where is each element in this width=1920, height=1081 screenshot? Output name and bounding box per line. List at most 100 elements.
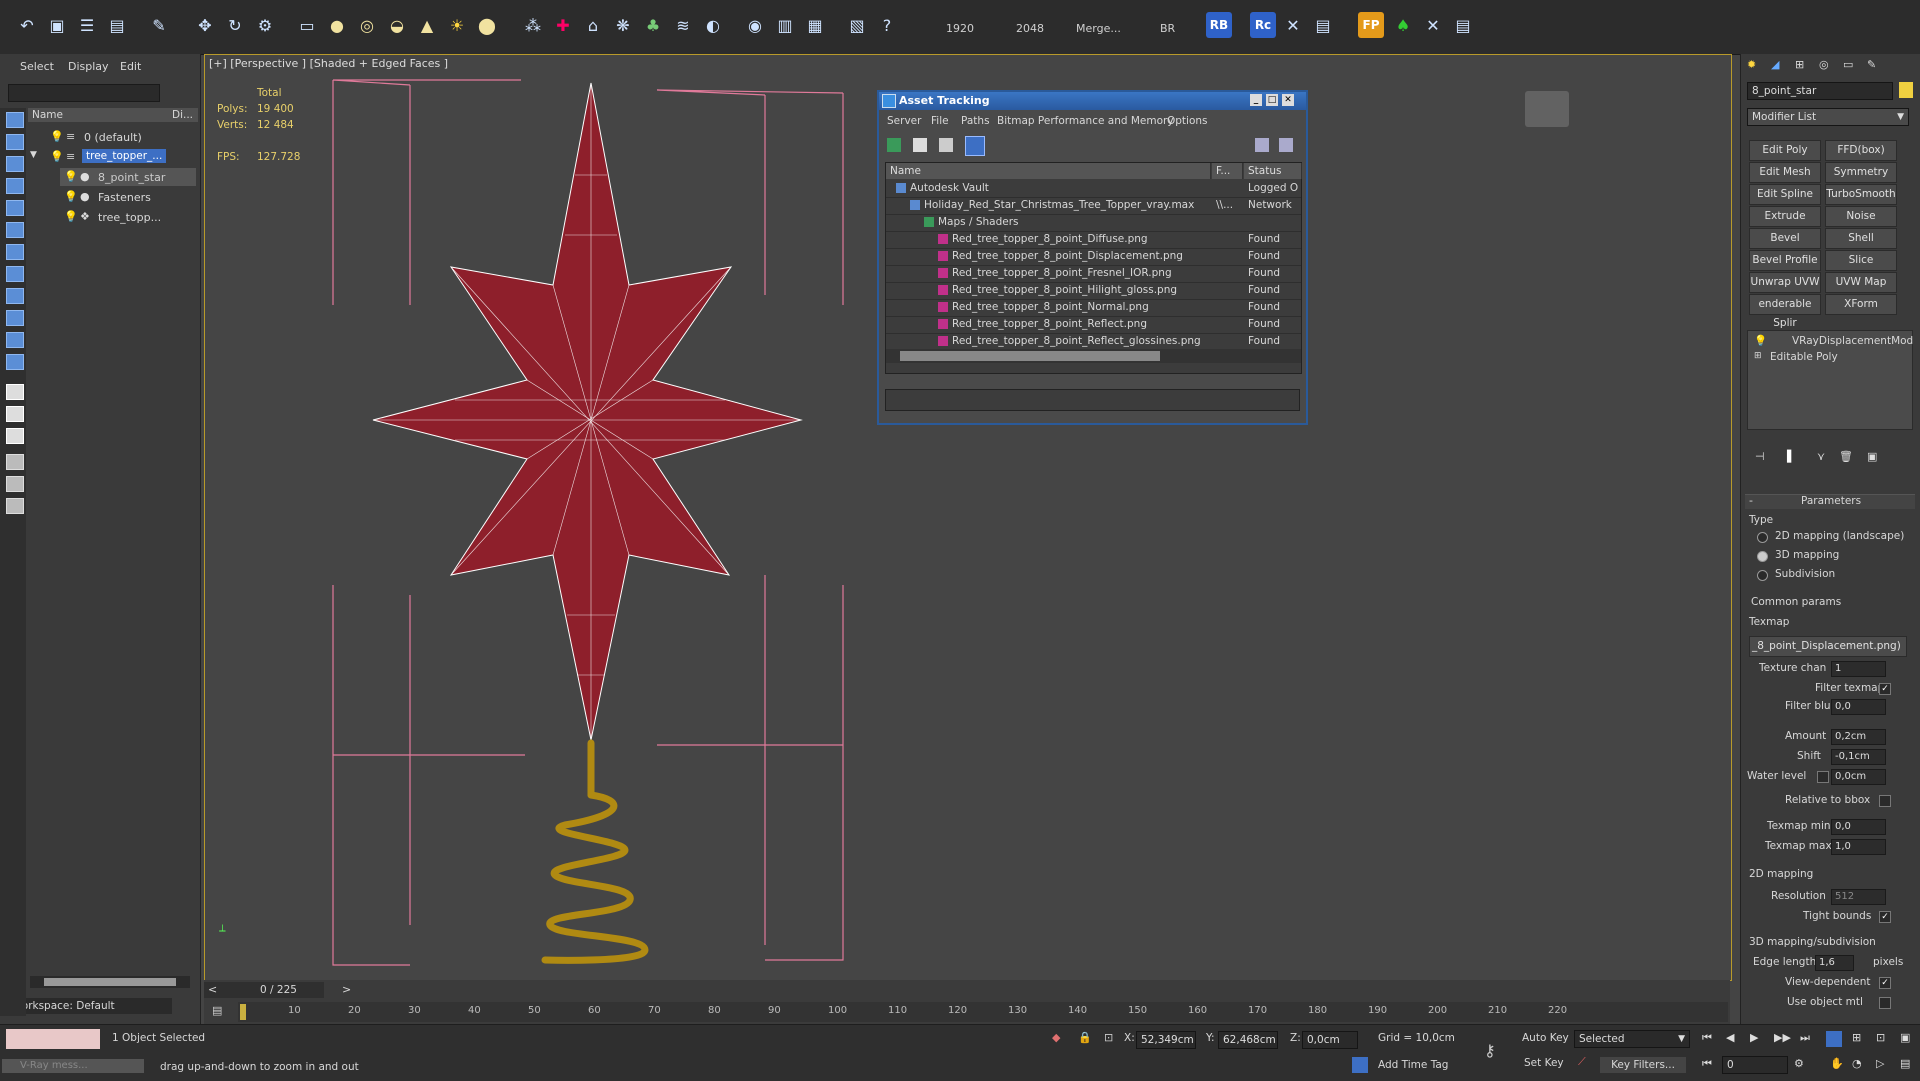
table-icon[interactable]: ▤ — [1450, 12, 1476, 38]
minimize-icon[interactable]: _ — [1250, 94, 1262, 106]
vray-message-bar[interactable]: V-Ray mess... — [2, 1059, 144, 1073]
table-row[interactable]: Autodesk Vault Logged O — [886, 180, 1301, 198]
show-end-result-icon[interactable]: ▌ — [1787, 450, 1795, 463]
modifier-button[interactable]: Symmetry — [1825, 162, 1897, 183]
modifier-button[interactable]: Edit Poly — [1749, 140, 1821, 161]
scene-scrollbar[interactable] — [30, 976, 190, 988]
modifier-list-dropdown[interactable]: Modifier List ▼ — [1747, 108, 1909, 126]
modifier-button[interactable]: enderable Splir — [1749, 294, 1821, 329]
proxy-icon[interactable]: ◐ — [700, 12, 726, 38]
batch-render-icon[interactable]: ▧ — [844, 12, 870, 38]
expand-icon[interactable]: ▼ — [30, 150, 37, 160]
lightbulb-icon[interactable]: 💡 — [50, 130, 64, 143]
object-name-field[interactable]: 8_point_star — [1747, 82, 1893, 100]
cross-tools-icon[interactable]: ✕ — [1420, 12, 1446, 38]
goto-start-icon[interactable]: ⏮ — [1702, 1031, 1712, 1045]
frame-buffer-icon[interactable]: ▥ — [772, 12, 798, 38]
list-item[interactable]: ▼ 💡 ≡ tree_topper_... — [28, 148, 196, 166]
tool-icon[interactable] — [6, 476, 24, 492]
lightbulb-icon[interactable]: 💡 — [50, 150, 64, 163]
lightbulb-icon[interactable]: 💡 — [64, 170, 78, 183]
tool-icon[interactable] — [6, 498, 24, 514]
tool-icon[interactable] — [6, 200, 24, 216]
col-f[interactable]: F... — [1212, 163, 1243, 179]
tool-icon[interactable] — [6, 178, 24, 194]
time-tag-icon[interactable] — [1352, 1057, 1368, 1073]
add-time-tag[interactable]: Add Time Tag — [1378, 1059, 1448, 1071]
lock-icon[interactable]: 🔒 — [1078, 1031, 1092, 1044]
workspace-select[interactable]: Workspace: Default — [8, 998, 172, 1014]
interactive-render-icon[interactable]: ▦ — [802, 12, 828, 38]
remove-modifier-icon[interactable]: 🗑 — [1839, 450, 1853, 463]
rb-button[interactable]: RB — [1206, 12, 1232, 38]
modifier-button[interactable]: Edit Mesh — [1749, 162, 1821, 183]
current-frame-field[interactable]: 0 — [1722, 1056, 1788, 1074]
help-icon[interactable] — [1255, 138, 1269, 152]
select-icon[interactable]: ✎ — [146, 12, 172, 38]
modifier-button[interactable]: Slice — [1825, 250, 1897, 271]
menu-paths[interactable]: Paths — [961, 115, 990, 127]
key-filters-button[interactable]: Key Filters... — [1600, 1057, 1686, 1073]
tool-icon[interactable] — [6, 428, 24, 444]
key-mode-select[interactable]: Selected ▼ — [1574, 1030, 1690, 1048]
scene-menu-select[interactable]: Select — [20, 60, 54, 73]
orbit-icon[interactable]: ◔ — [1852, 1057, 1862, 1070]
scrollbar-thumb[interactable] — [900, 351, 1160, 361]
mini-curve-editor-icon[interactable]: ▤ — [212, 1004, 222, 1017]
table-row[interactable]: Red_tree_topper_8_point_Normal.png Found — [886, 299, 1301, 317]
configure-icon[interactable]: ▣ — [1867, 450, 1877, 463]
helper-icon[interactable]: ❋ — [610, 12, 636, 38]
type-radio-3d[interactable] — [1757, 551, 1768, 562]
move-icon[interactable]: ✥ — [192, 12, 218, 38]
rotate-icon[interactable]: ↻ — [222, 12, 248, 38]
play-icon[interactable]: ▶ — [1750, 1031, 1758, 1044]
maxscript-listener[interactable] — [6, 1029, 100, 1049]
modifier-button[interactable]: Unwrap UVW — [1749, 272, 1821, 293]
lightbulb-icon[interactable]: 💡 — [64, 210, 78, 223]
menu-options[interactable]: Options — [1167, 115, 1208, 127]
cone-icon[interactable]: ▲ — [414, 12, 440, 38]
modifier-button[interactable]: Shell — [1825, 228, 1897, 249]
pan-icon[interactable]: ✋ — [1830, 1057, 1844, 1070]
modifier-button[interactable]: Bevel Profile — [1749, 250, 1821, 271]
modifier-button[interactable]: FFD(box) — [1825, 140, 1897, 161]
zoom-all-icon[interactable]: ⊞ — [1852, 1031, 1861, 1044]
modifier-button[interactable]: Extrude — [1749, 206, 1821, 227]
list-item[interactable]: 💡 ❖ tree_topp... — [60, 208, 196, 226]
x-coord-field[interactable]: 52,349cm — [1136, 1031, 1196, 1049]
table-row[interactable]: Holiday_Red_Star_Christmas_Tree_Topper_v… — [886, 197, 1301, 215]
texmap-min-spinner[interactable]: 0,0 — [1831, 819, 1886, 835]
sphere-icon[interactable]: ● — [324, 12, 350, 38]
tool-icon[interactable] — [6, 266, 24, 282]
edge-length-spinner[interactable]: 1,6 — [1815, 955, 1854, 971]
key-mode-toggle-icon[interactable]: ⏮ — [1702, 1057, 1712, 1071]
fur-icon[interactable]: ≋ — [670, 12, 696, 38]
table-view-icon[interactable] — [965, 136, 985, 156]
tree-icon[interactable]: ♠ — [1390, 12, 1416, 38]
make-unique-icon[interactable]: ⋎ — [1817, 450, 1825, 463]
table-row[interactable]: Red_tree_topper_8_point_Reflect.png Found — [886, 316, 1301, 334]
table-row[interactable]: Maps / Shaders — [886, 214, 1301, 232]
y-coord-field[interactable]: 62,468cm — [1218, 1031, 1278, 1049]
tight-bounds-checkbox[interactable]: ✓ — [1879, 911, 1891, 923]
table-row[interactable]: Red_tree_topper_8_point_Displacement.png… — [886, 248, 1301, 266]
prev-frame-icon[interactable]: < — [208, 983, 217, 996]
modify-tab-icon[interactable]: ◢ — [1771, 58, 1779, 71]
use-object-mtl-checkbox[interactable] — [1879, 997, 1891, 1009]
render-height[interactable]: 2048 — [1016, 22, 1044, 35]
dialog-title[interactable]: Asset Tracking _ □ ✕ — [879, 92, 1306, 110]
shift-spinner[interactable]: -0,1cm — [1831, 749, 1886, 765]
tool-icon[interactable] — [6, 288, 24, 304]
refresh-icon[interactable] — [887, 138, 901, 152]
filter-blur-spinner[interactable]: 0,0 — [1831, 699, 1886, 715]
modifier-button[interactable]: Noise — [1825, 206, 1897, 227]
texmap-max-spinner[interactable]: 1,0 — [1831, 839, 1886, 855]
tree-view-icon[interactable] — [939, 138, 953, 152]
texmap-button[interactable]: _8_point_Displacement.png) — [1749, 636, 1907, 657]
dynamics-icon[interactable]: ✚ — [550, 12, 576, 38]
absolute-mode-icon[interactable]: ⊡ — [1104, 1031, 1113, 1044]
time-slider[interactable]: < 0 / 225 > — [204, 982, 351, 998]
type-radio-2d[interactable] — [1757, 532, 1768, 543]
maximize-viewport-icon[interactable]: ▤ — [1900, 1057, 1910, 1070]
render-sphere-icon[interactable]: ◉ — [742, 12, 768, 38]
